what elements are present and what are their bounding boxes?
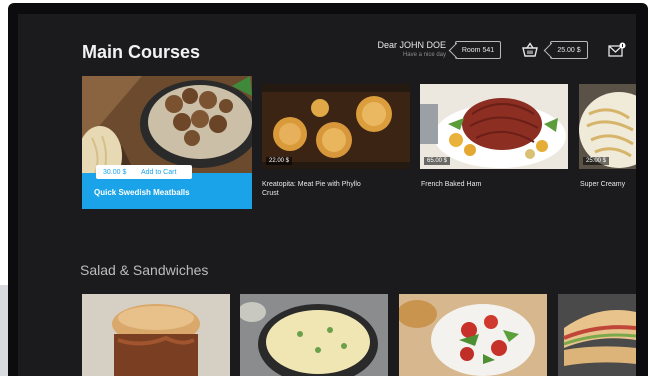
guest-greeting: Dear JOHN DOE Have a nice day [374,40,446,59]
section-title: Salad & Sandwiches [80,262,209,278]
item-name: Super Creamy [580,181,626,188]
item-price: 22.00 $ [266,157,293,165]
menu-card-kreatopita[interactable]: 22.00 $ [262,84,410,169]
club-sandwich-photo [558,294,636,376]
item-name: Kreatopita: Meat Pie with Phyllo Crust [262,181,361,197]
room-button[interactable]: Room 541 [455,41,501,59]
menu-card-baked-ham[interactable]: 65.00 $ [420,84,568,169]
guest-name: Dear JOHN DOE [377,40,446,50]
item-price: 30.00 $ [103,168,127,176]
mail-icon[interactable] [608,42,626,58]
item-name: French Baked Ham [421,181,482,188]
tv-screen: Main Courses Dear JOHN DOE Have a nice d… [18,14,636,376]
greeting-subtitle: Have a nice day [402,52,446,58]
item-price: 65.00 $ [424,157,451,165]
item-price: 25.00 $ [583,157,610,165]
item-name: Quick Swedish Meatballs [94,188,190,197]
menu-card-green-salad[interactable] [399,294,547,376]
sandwich-photo [82,294,230,376]
menu-card-super-creamy[interactable]: 25.00 $ [579,84,636,169]
room-label: Room 541 [461,46,495,54]
page-title: Main Courses [82,42,201,62]
pasta-salad-photo [240,294,388,376]
stage: Main Courses Dear JOHN DOE Have a nice d… [0,0,651,376]
add-to-cart-button[interactable]: 30.00 $ Add to Cart [96,165,192,179]
basket-icon[interactable] [522,42,538,58]
cart-total-button[interactable]: 25.00 $ [550,41,588,59]
green-salad-photo [399,294,547,376]
menu-card-pulled-pork-sandwich[interactable] [82,294,230,376]
cart-total-label: 25.00 $ [557,46,581,54]
menu-card-club-sandwich[interactable] [558,294,636,376]
add-to-cart-label: Add to Cart [141,168,177,176]
menu-card-pasta-salad[interactable] [240,294,388,376]
